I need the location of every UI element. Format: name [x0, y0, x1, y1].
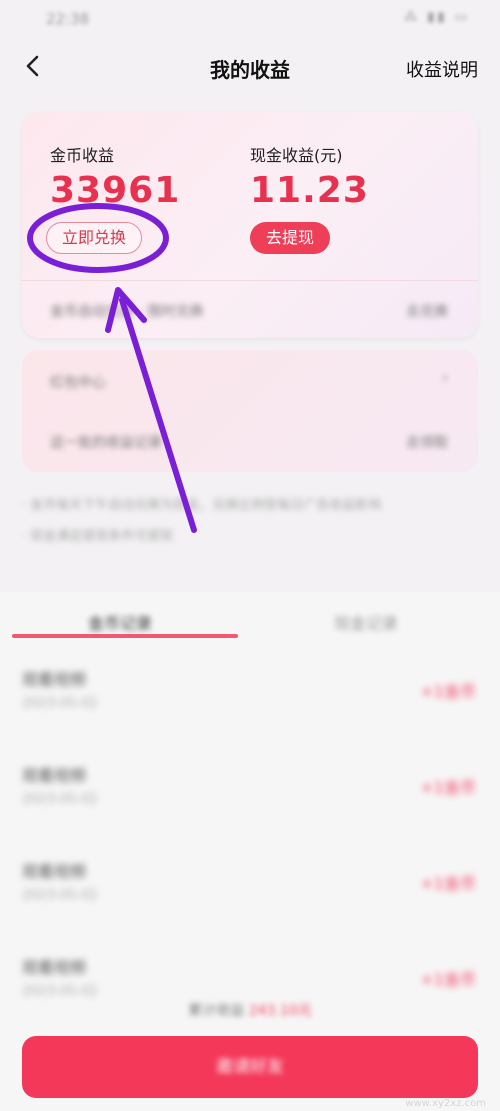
- record-title: 观看视频: [22, 766, 87, 785]
- status-icons: ⁂ ▮▮ ▭: [404, 10, 470, 25]
- cumulative-earnings-label: 累计收益: [188, 1003, 245, 1019]
- exchange-now-button[interactable]: 立即兑换: [46, 222, 142, 254]
- withdraw-button[interactable]: 去提现: [250, 222, 330, 254]
- record-amount: +1金币: [420, 970, 476, 989]
- secondary-card: 红包中心 › 这一批的收益记录 去领取: [22, 350, 478, 472]
- auto-exchange-action: 去兑换: [406, 304, 448, 320]
- coin-earnings-value: 33961: [50, 170, 181, 211]
- invite-friends-label: 邀请好友: [216, 1057, 284, 1077]
- record-amount: +1金币: [420, 778, 476, 797]
- tab-cash-records[interactable]: 现金记录: [334, 610, 398, 634]
- status-time: 22:38: [46, 10, 90, 28]
- records-tabs: 金币记录 现金记录: [0, 592, 500, 648]
- nav-bar: 我的收益 收益说明: [0, 40, 500, 96]
- list-item: 观看视频 2023-05-02 +1金币: [0, 656, 500, 752]
- record-date: 2023-05-02: [22, 888, 98, 903]
- active-tab-indicator: [12, 634, 238, 638]
- earnings-notes: · 金币每天下午自动兑换为现金，兑换比例受每日广告收益影响 · 现金满足提现条件…: [22, 494, 478, 556]
- watermark: www.xy2xz.com: [405, 1098, 486, 1109]
- earnings-card: 金币收益 33961 现金收益(元) 11.23 立即兑换 去提现 金币自动兑换…: [22, 112, 478, 338]
- cash-earnings-value: 11.23: [250, 170, 369, 211]
- record-date: 2023-05-02: [22, 792, 98, 807]
- auto-exchange-label: 金币自动兑换 · 限时兑换: [50, 304, 204, 320]
- record-title: 观看视频: [22, 862, 87, 881]
- cumulative-earnings-amount: 243.10元: [248, 1003, 312, 1019]
- auto-exchange-row[interactable]: 金币自动兑换 · 限时兑换 去兑换: [22, 280, 478, 338]
- coin-earnings-section: 金币收益 33961: [50, 142, 180, 211]
- list-item: 观看视频 2023-05-02 +1金币: [0, 848, 500, 944]
- red-packet-row[interactable]: 红包中心 ›: [22, 350, 478, 410]
- tab-coin-records[interactable]: 金币记录: [88, 610, 152, 634]
- note-line: · 金币每天下午自动兑换为现金，兑换比例受每日广告收益影响: [22, 498, 382, 513]
- list-item: 观看视频 2023-05-02 +1金币: [0, 752, 500, 848]
- claim-earnings-row[interactable]: 这一批的收益记录 去领取: [22, 410, 478, 472]
- record-date: 2023-05-02: [22, 696, 98, 711]
- record-title: 观看视频: [22, 670, 87, 689]
- cash-earnings-section: 现金收益(元) 11.23: [250, 142, 369, 211]
- list-item: 观看视频 2023-05-02 +1金币: [0, 944, 500, 1040]
- chevron-right-icon: ›: [442, 370, 448, 386]
- record-amount: +1金币: [420, 874, 476, 893]
- status-bar: 22:38 ⁂ ▮▮ ▭: [0, 0, 500, 38]
- record-title: 观看视频: [22, 958, 87, 977]
- claim-earnings-label: 这一批的收益记录: [50, 435, 162, 451]
- record-amount: +1金币: [420, 682, 476, 701]
- coin-earnings-label: 金币收益: [50, 146, 115, 165]
- note-line: · 现金满足提现条件可提现: [22, 529, 174, 544]
- invite-friends-button[interactable]: 邀请好友: [22, 1036, 478, 1098]
- earnings-explanation-link[interactable]: 收益说明: [406, 56, 478, 82]
- record-date: 2023-05-02: [22, 984, 98, 999]
- records-panel: 金币记录 现金记录 观看视频 2023-05-02 +1金币 观看视频 2023…: [0, 592, 500, 1111]
- cash-earnings-label: 现金收益(元): [250, 146, 343, 165]
- claim-earnings-action: 去领取: [406, 435, 448, 451]
- cumulative-earnings: 累计收益 243.10元: [0, 1000, 500, 1020]
- red-packet-label: 红包中心: [50, 375, 106, 391]
